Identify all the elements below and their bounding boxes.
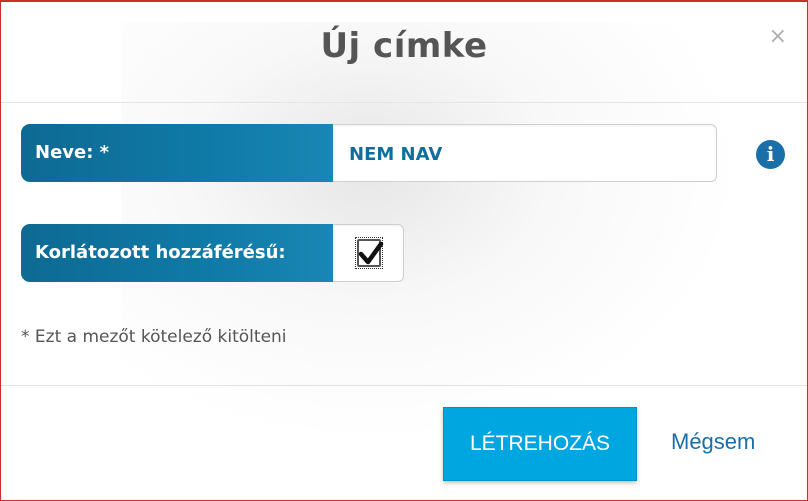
restricted-checkbox[interactable] bbox=[355, 237, 384, 269]
create-button[interactable]: LÉTREHOZÁS bbox=[443, 407, 637, 481]
cancel-button[interactable]: Mégsem bbox=[671, 429, 755, 455]
required-field-note: * Ezt a mezőt kötelező kitölteni bbox=[21, 327, 287, 347]
close-icon[interactable]: × bbox=[769, 24, 787, 49]
checkbox-box bbox=[357, 239, 384, 267]
restricted-row: Korlátozott hozzáférésű: bbox=[21, 224, 404, 282]
info-icon[interactable]: i bbox=[756, 140, 785, 169]
name-label: Neve: * bbox=[21, 124, 334, 182]
checkmark-icon bbox=[358, 241, 384, 265]
dialog-footer: LÉTREHOZÁS Mégsem bbox=[1, 385, 807, 500]
new-tag-dialog: Új címke × Neve: * NEM NAV i Korlátozott… bbox=[0, 0, 808, 501]
restricted-field bbox=[333, 224, 404, 282]
dialog-header: Új címke × bbox=[1, 2, 807, 103]
dialog-title: Új címke bbox=[320, 26, 488, 66]
name-input[interactable]: NEM NAV bbox=[333, 124, 717, 182]
restricted-label: Korlátozott hozzáférésű: bbox=[21, 224, 334, 282]
name-row: Neve: * NEM NAV bbox=[21, 124, 717, 182]
name-input-value: NEM NAV bbox=[349, 144, 443, 165]
